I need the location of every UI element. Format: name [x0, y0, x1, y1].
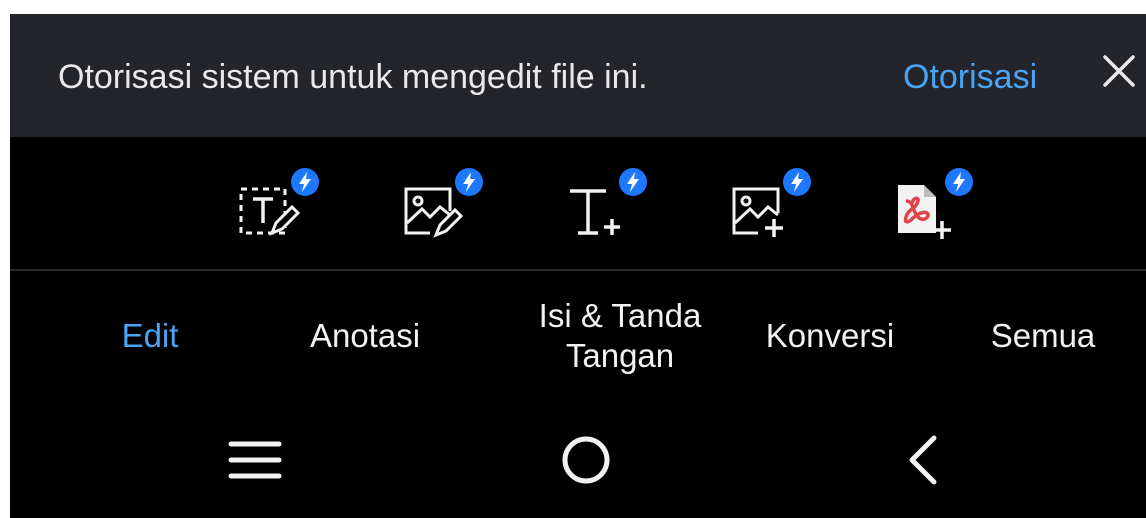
authorization-banner: Otorisasi sistem untuk mengedit file ini…: [10, 14, 1146, 137]
tab-edit[interactable]: Edit: [70, 271, 230, 401]
lightning-badge-icon: [783, 168, 811, 196]
recents-menu-icon[interactable]: [225, 430, 285, 490]
home-circle-icon[interactable]: [556, 430, 616, 490]
system-navigation-bar: [10, 408, 1146, 518]
back-chevron-icon[interactable]: [896, 430, 956, 490]
tab-semua[interactable]: Semua: [958, 271, 1128, 401]
category-tabs: Edit Anotasi Isi & Tanda Tangan Konversi…: [10, 271, 1146, 401]
add-text-tool[interactable]: [564, 167, 647, 247]
authorize-button[interactable]: Otorisasi: [903, 58, 1037, 97]
app-screen: Otorisasi sistem untuk mengedit file ini…: [10, 14, 1146, 518]
add-pdf-page-tool[interactable]: [890, 167, 973, 247]
edit-toolbar: [10, 137, 1146, 269]
close-icon[interactable]: [1100, 52, 1138, 90]
edit-text-tool[interactable]: [236, 167, 319, 247]
banner-message: Otorisasi sistem untuk mengedit file ini…: [58, 58, 648, 96]
tab-anotasi[interactable]: Anotasi: [275, 271, 455, 401]
lightning-badge-icon: [619, 168, 647, 196]
lightning-badge-icon: [291, 168, 319, 196]
tab-konversi[interactable]: Konversi: [730, 271, 930, 401]
add-image-tool[interactable]: [728, 167, 811, 247]
lightning-badge-icon: [945, 168, 973, 196]
edit-image-tool[interactable]: [400, 167, 483, 247]
lightning-badge-icon: [455, 168, 483, 196]
tab-isi-tanda-tangan[interactable]: Isi & Tanda Tangan: [510, 271, 730, 401]
